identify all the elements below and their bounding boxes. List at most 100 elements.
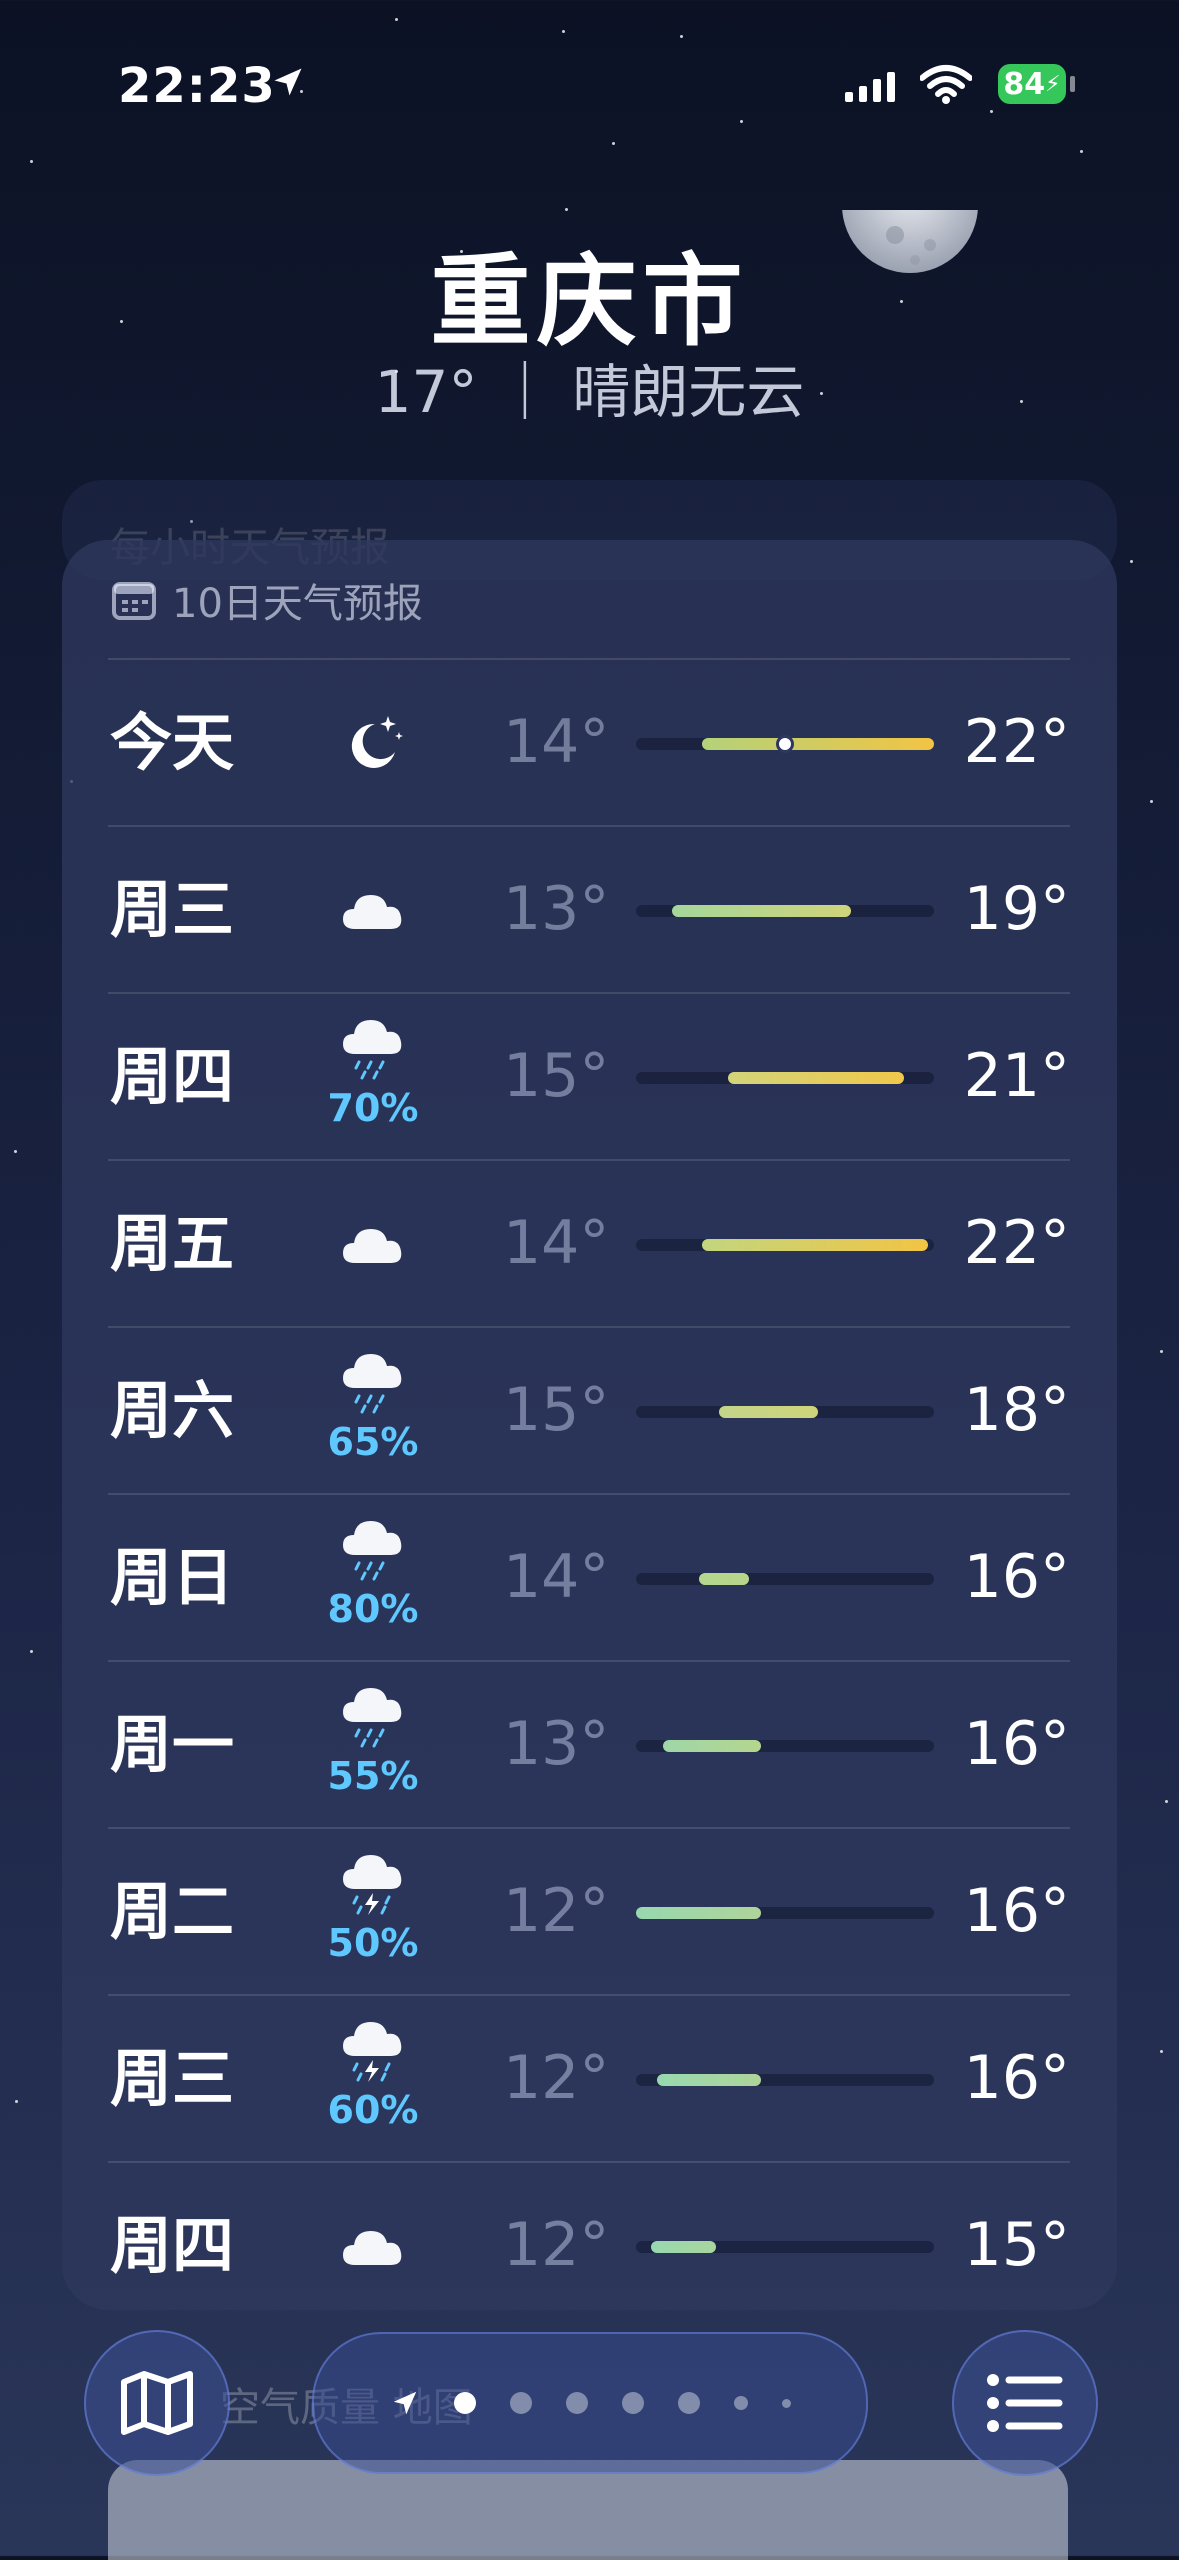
forecast-card-header: 10日天气预报: [112, 570, 423, 630]
star: [15, 2100, 18, 2103]
star: [1165, 1800, 1168, 1803]
precip-chance: 65%: [327, 1420, 419, 1464]
star: [1150, 800, 1153, 803]
precip-chance: 80%: [327, 1587, 419, 1631]
current-conditions: 17° ｜ 晴朗无云: [374, 358, 805, 426]
page-dot[interactable]: [733, 2396, 748, 2410]
star: [680, 35, 683, 38]
weather-icon-wrap: 60%: [308, 1996, 438, 2161]
city-list-button[interactable]: [952, 2330, 1098, 2476]
high-temp: 21°: [963, 1041, 1070, 1111]
high-temp: 16°: [963, 1876, 1070, 1946]
star: [1160, 1350, 1163, 1353]
map-button[interactable]: [84, 2330, 230, 2476]
forecast-day: 今天: [110, 706, 235, 779]
cloud-storm-icon: [333, 2018, 413, 2082]
temp-range-bar: [671, 905, 851, 917]
status-time: 22:23: [118, 58, 276, 114]
high-temp: 22°: [963, 1208, 1070, 1278]
cloud-rain-icon: [333, 1016, 413, 1080]
page-indicator[interactable]: [312, 2332, 868, 2474]
forecast-card-title: 10日天气预报: [172, 581, 423, 627]
cloud-icon: [333, 877, 413, 941]
temp-range-bar: [728, 1072, 905, 1084]
temp-range-bar: [701, 738, 934, 750]
page-dot[interactable]: [453, 2392, 476, 2414]
forecast-row[interactable]: 周三 13° 19°: [108, 825, 1070, 992]
star: [565, 208, 568, 211]
star: [612, 142, 615, 145]
forecast-row[interactable]: 周五 14° 22°: [108, 1159, 1070, 1326]
forecast-rows: 今天 14° 22° 周三 13° 19° 周四 70% 15° 21° 周五 14° 22° 周六 65%…: [108, 658, 1070, 2328]
temp-range-track: [636, 1072, 934, 1084]
low-temp: 14°: [503, 707, 610, 777]
high-temp: 16°: [963, 1542, 1070, 1612]
weather-icon-wrap: 55%: [308, 1662, 438, 1827]
low-temp: 14°: [503, 1542, 610, 1612]
temp-range-track: [636, 1740, 934, 1752]
cloud-rain-icon: [333, 1684, 413, 1748]
high-temp: 16°: [963, 1709, 1070, 1779]
star: [1080, 150, 1083, 153]
page-dot[interactable]: [565, 2392, 588, 2414]
forecast-row[interactable]: 今天 14° 22°: [108, 658, 1070, 825]
temp-range-track: [636, 905, 934, 917]
forecast-row[interactable]: 周日 80% 14° 16°: [108, 1493, 1070, 1660]
star: [30, 160, 33, 163]
map-icon: [121, 2371, 193, 2435]
cloud-rain-icon: [333, 1350, 413, 1414]
low-temp: 13°: [503, 874, 610, 944]
weather-icon-wrap: [308, 1161, 438, 1326]
weather-icon-wrap: 50%: [308, 1829, 438, 1994]
forecast-row[interactable]: 周四 70% 15° 21°: [108, 992, 1070, 1159]
forecast-day: 周四: [110, 2209, 235, 2282]
star: [740, 120, 743, 123]
temp-range-track: [636, 1239, 934, 1251]
forecast-row[interactable]: 周六 65% 15° 18°: [108, 1326, 1070, 1493]
forecast-day: 周一: [110, 1708, 235, 1781]
page-dot[interactable]: [509, 2392, 532, 2414]
temp-range-track: [636, 1406, 934, 1418]
forecast-day: 周四: [110, 1040, 235, 1113]
low-temp: 15°: [503, 1375, 610, 1445]
forecast-day: 周六: [110, 1374, 235, 1447]
forecast-row[interactable]: 周四 12° 15°: [108, 2161, 1070, 2328]
cellular-signal-icon: [845, 70, 895, 102]
location-arrow-icon: [393, 2391, 416, 2415]
map-preview: [108, 2460, 1068, 2560]
cloud-icon: [333, 2213, 413, 2277]
temp-range-track: [636, 1907, 934, 1919]
star: [14, 1150, 17, 1153]
battery-indicator: 84 ⚡: [998, 64, 1066, 104]
forecast-day: 周三: [110, 873, 235, 946]
weather-icon-wrap: [308, 2163, 438, 2328]
high-temp: 22°: [963, 707, 1070, 777]
forecast-row[interactable]: 周一 55% 13° 16°: [108, 1660, 1070, 1827]
page-dot[interactable]: [781, 2398, 791, 2408]
low-temp: 12°: [503, 2043, 610, 2113]
forecast-day: 周二: [110, 1875, 235, 1948]
star: [1160, 2050, 1163, 2053]
calendar-icon: [112, 582, 156, 620]
page-dot[interactable]: [621, 2392, 644, 2414]
high-temp: 16°: [963, 2043, 1070, 2113]
low-temp: 13°: [503, 1709, 610, 1779]
high-temp: 19°: [963, 874, 1070, 944]
weather-icon-wrap: 80%: [308, 1495, 438, 1660]
precip-chance: 55%: [327, 1754, 419, 1798]
temp-range-track: [636, 735, 934, 753]
precip-chance: 60%: [327, 2088, 419, 2132]
forecast-row[interactable]: 周三 60% 12° 16°: [108, 1994, 1070, 2161]
high-temp: 18°: [963, 1375, 1070, 1445]
temp-range-bar: [719, 1406, 818, 1418]
forecast-row[interactable]: 周二 50% 12° 16°: [108, 1827, 1070, 1994]
low-temp: 12°: [503, 1876, 610, 1946]
page-dot[interactable]: [677, 2392, 700, 2414]
weather-icon-wrap: [308, 660, 438, 825]
battery-tip: [1070, 76, 1075, 92]
current-temp-marker: [776, 735, 794, 753]
list-icon: [987, 2374, 1063, 2432]
status-bar: 22:23 84 ⚡: [0, 58, 1179, 118]
precip-chance: 70%: [327, 1086, 419, 1130]
low-temp: 12°: [503, 2210, 610, 2280]
